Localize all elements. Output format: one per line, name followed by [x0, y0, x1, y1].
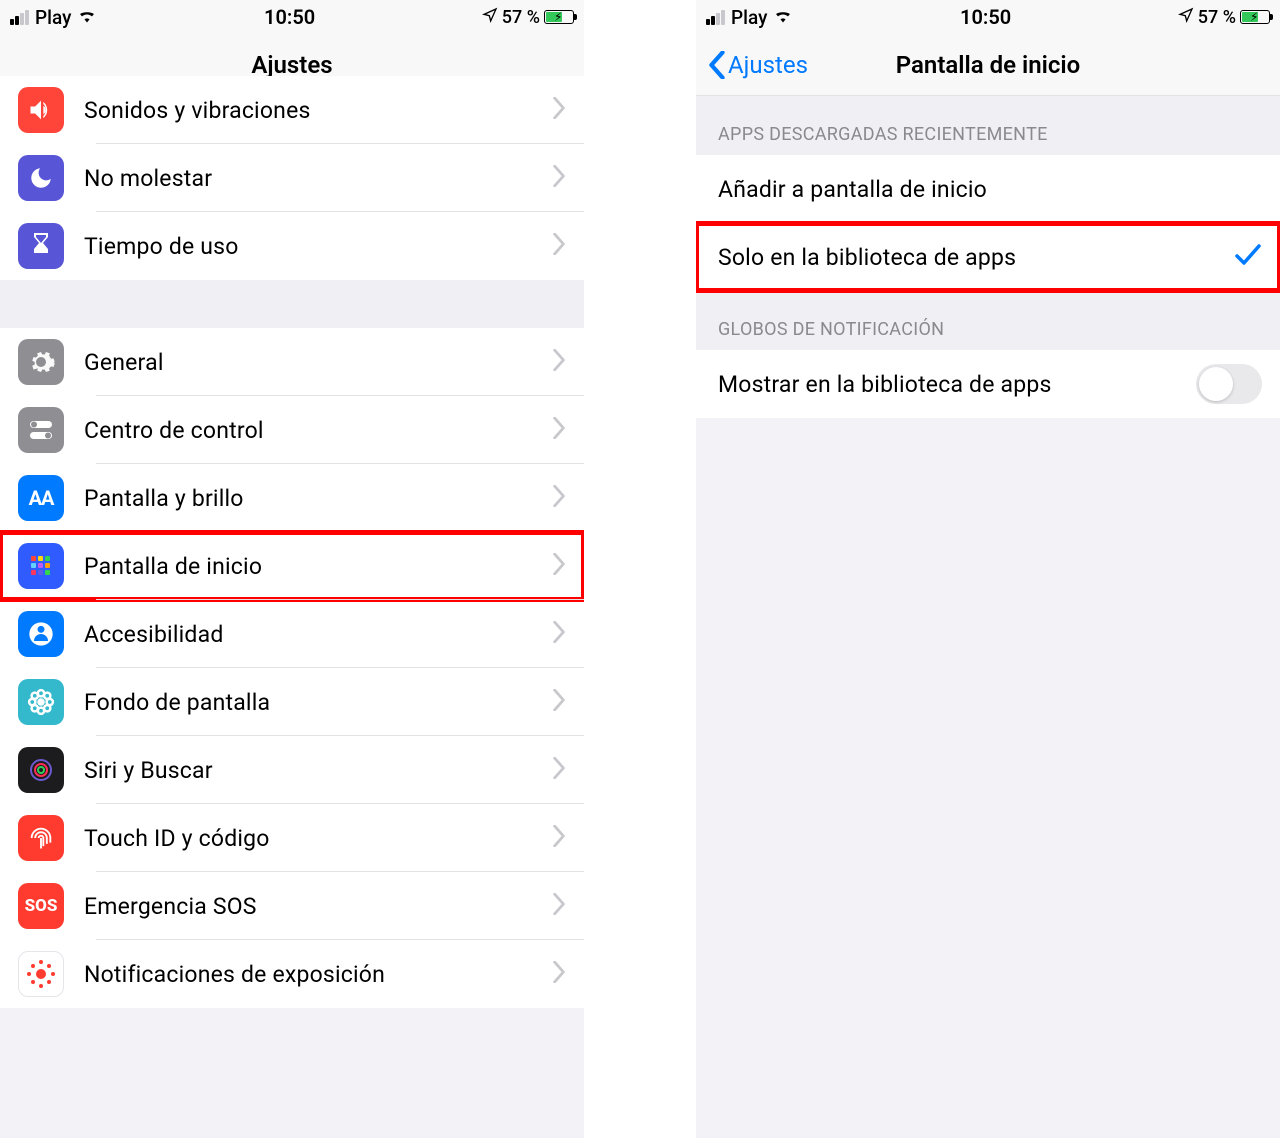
chevron-right-icon	[552, 825, 566, 851]
row-label: Emergencia SOS	[84, 893, 552, 920]
row-label: Añadir a pantalla de inicio	[714, 176, 1262, 203]
row-label: Centro de control	[84, 417, 552, 444]
signal-icon	[10, 10, 29, 25]
back-button[interactable]: Ajustes	[708, 34, 808, 95]
battery-pct: 57 %	[1198, 7, 1236, 28]
wifi-icon	[77, 7, 97, 28]
carrier-label: Play	[35, 6, 71, 29]
apps-download-section: Añadir a pantalla de inicio Solo en la bi…	[696, 155, 1280, 291]
location-icon	[482, 7, 498, 28]
settings-row-no-molestar[interactable]: No molestar	[0, 144, 584, 212]
clock: 10:50	[960, 5, 1011, 29]
chevron-right-icon	[552, 553, 566, 579]
settings-row-pantalla-y-brillo[interactable]: AA Pantalla y brillo	[0, 464, 584, 532]
row-label: Pantalla y brillo	[84, 485, 552, 512]
row-label: Mostrar en la biblioteca de apps	[714, 371, 1196, 398]
chevron-right-icon	[552, 961, 566, 987]
battery-icon: ⚡︎	[544, 10, 574, 24]
row-label: Notificaciones de exposición	[84, 961, 552, 988]
location-icon	[1178, 7, 1194, 28]
flower-icon	[18, 679, 64, 725]
row-label: Accesibilidad	[84, 621, 552, 648]
speaker-icon	[18, 87, 64, 133]
row-label: General	[84, 349, 552, 376]
moon-icon	[18, 155, 64, 201]
hourglass-icon	[18, 223, 64, 269]
exposure-icon	[18, 951, 64, 997]
back-label: Ajustes	[728, 51, 808, 79]
row-label: Fondo de pantalla	[84, 689, 552, 716]
settings-row-tiempo-de-uso[interactable]: Tiempo de uso	[0, 212, 584, 280]
home-screen-settings: Play 10:50 57 % ⚡︎ Ajustes Pantalla de i…	[696, 0, 1280, 1138]
chevron-right-icon	[552, 233, 566, 259]
AA-icon: AA	[18, 475, 64, 521]
settings-row-fondo-de-pantalla[interactable]: Fondo de pantalla	[0, 668, 584, 736]
row-label: Tiempo de uso	[84, 233, 552, 260]
grid-icon	[18, 543, 64, 589]
section-header-badges: GLOBOS DE NOTIFICACIÓN	[696, 291, 1280, 350]
chevron-right-icon	[552, 165, 566, 191]
battery-pct: 57 %	[502, 7, 540, 28]
row-label: Pantalla de inicio	[84, 553, 552, 580]
section-header-apps: APPS DESCARGADAS RECIENTEMENTE	[696, 96, 1280, 155]
settings-row-accesibilidad[interactable]: Accesibilidad	[0, 600, 584, 668]
row-label: No molestar	[84, 165, 552, 192]
option-anadir-a-pantalla-de-inicio[interactable]: Añadir a pantalla de inicio	[696, 155, 1280, 223]
settings-row-sonidos-y-vibraciones[interactable]: Sonidos y vibraciones	[0, 76, 584, 144]
checkmark-icon	[1234, 243, 1262, 271]
wifi-icon	[773, 7, 793, 28]
chevron-right-icon	[552, 757, 566, 783]
battery-icon: ⚡︎	[1240, 10, 1270, 24]
chevron-right-icon	[552, 893, 566, 919]
sos-icon: SOS	[18, 883, 64, 929]
settings-row-centro-de-control[interactable]: Centro de control	[0, 396, 584, 464]
nav-bar: Ajustes Pantalla de inicio	[696, 34, 1280, 96]
settings-section-2: General Centro de control AA Pantalla y bri…	[0, 328, 584, 1008]
row-label: Solo en la biblioteca de apps	[714, 244, 1234, 271]
settings-row-emergencia-sos[interactable]: SOS Emergencia SOS	[0, 872, 584, 940]
siri-icon	[18, 747, 64, 793]
settings-section-1: Sonidos y vibraciones No molestar Tiempo d…	[0, 96, 584, 280]
settings-row-pantalla-de-inicio[interactable]: Pantalla de inicio	[0, 532, 584, 600]
settings-row-general[interactable]: General	[0, 328, 584, 396]
status-bar: Play 10:50 57 % ⚡︎	[696, 0, 1280, 34]
toggle-row-mostrar-en-la-biblioteca-de-apps: Mostrar en la biblioteca de apps	[696, 350, 1280, 418]
carrier-label: Play	[731, 6, 767, 29]
row-label: Siri y Buscar	[84, 757, 552, 784]
chevron-right-icon	[552, 621, 566, 647]
finger-icon	[18, 815, 64, 861]
chevron-right-icon	[552, 417, 566, 443]
switches-icon	[18, 407, 64, 453]
person-icon	[18, 611, 64, 657]
settings-row-siri-y-buscar[interactable]: Siri y Buscar	[0, 736, 584, 804]
settings-row-touch-id-y-codigo[interactable]: Touch ID y código	[0, 804, 584, 872]
option-solo-en-la-biblioteca-de-apps[interactable]: Solo en la biblioteca de apps	[696, 223, 1280, 291]
chevron-right-icon	[552, 97, 566, 123]
settings-row-notificaciones-de-exposicion[interactable]: Notificaciones de exposición	[0, 940, 584, 1008]
badges-section: Mostrar en la biblioteca de apps	[696, 350, 1280, 418]
page-title: Pantalla de inicio	[896, 51, 1080, 79]
gear-icon	[18, 339, 64, 385]
page-title: Ajustes	[251, 51, 332, 79]
toggle-switch[interactable]	[1196, 364, 1262, 404]
chevron-right-icon	[552, 689, 566, 715]
clock: 10:50	[264, 5, 315, 29]
row-label: Touch ID y código	[84, 825, 552, 852]
chevron-right-icon	[552, 485, 566, 511]
status-bar: Play 10:50 57 % ⚡︎	[0, 0, 584, 34]
signal-icon	[706, 10, 725, 25]
settings-screen: Play 10:50 57 % ⚡︎ Ajustes Sonidos y vib…	[0, 0, 584, 1138]
chevron-right-icon	[552, 349, 566, 375]
row-label: Sonidos y vibraciones	[84, 97, 552, 124]
